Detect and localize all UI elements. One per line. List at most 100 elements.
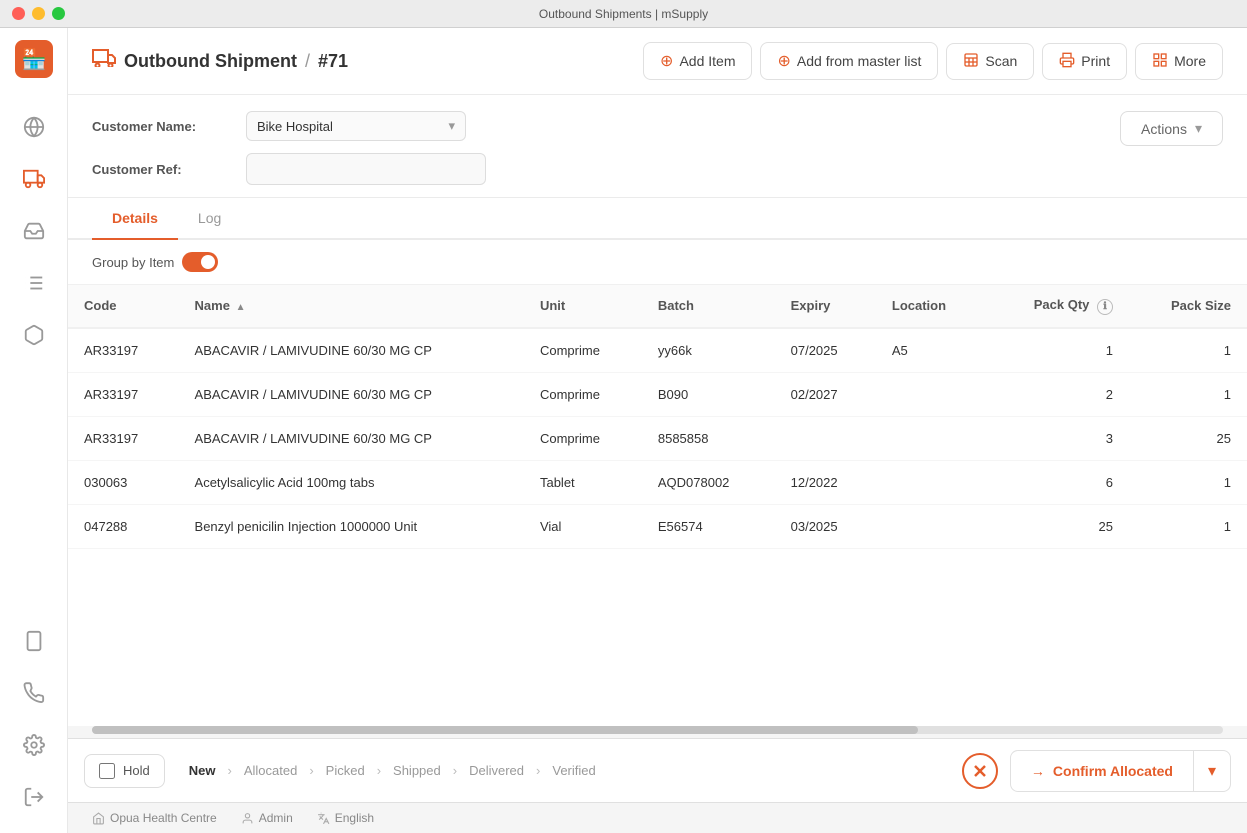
cell-code: AR33197	[68, 372, 179, 416]
actions-button[interactable]: Actions ▾	[1120, 111, 1223, 146]
cell-expiry	[775, 416, 876, 460]
sidebar-item-items[interactable]	[10, 311, 58, 359]
footer-language-text: English	[335, 811, 374, 825]
cell-name: Acetylsalicylic Acid 100mg tabs	[179, 460, 524, 504]
status-flow: New › Allocated › Picked › Shipped › Del…	[181, 759, 962, 782]
tab-log[interactable]: Log	[178, 198, 241, 240]
chevron-down-icon: ▾	[1195, 120, 1202, 137]
print-icon	[1059, 52, 1075, 71]
status-picked: Picked	[318, 759, 373, 782]
table-row[interactable]: 047288 Benzyl penicilin Injection 100000…	[68, 504, 1247, 548]
cell-pack-qty: 25	[986, 504, 1129, 548]
cell-pack-qty: 3	[986, 416, 1129, 460]
arrow-2: ›	[309, 763, 313, 778]
group-by-toggle[interactable]	[182, 252, 218, 272]
arrow-3: ›	[377, 763, 381, 778]
cell-unit: Vial	[524, 504, 642, 548]
close-button[interactable]	[12, 7, 25, 20]
hold-label: Hold	[123, 763, 150, 778]
cell-batch: E56574	[642, 504, 775, 548]
col-unit: Unit	[524, 285, 642, 328]
table-row[interactable]: 030063 Acetylsalicylic Acid 100mg tabs T…	[68, 460, 1247, 504]
cell-pack-size: 1	[1129, 372, 1247, 416]
sidebar-item-notifications[interactable]	[10, 669, 58, 717]
cell-location: A5	[876, 328, 986, 373]
scan-label: Scan	[985, 53, 1017, 69]
col-name[interactable]: Name ▲	[179, 285, 524, 328]
cell-pack-qty: 2	[986, 372, 1129, 416]
confirm-btn-main[interactable]: → Confirm Allocated	[1011, 753, 1193, 789]
more-icon	[1152, 52, 1168, 71]
add-item-button[interactable]: ⊕ Add Item	[643, 42, 752, 80]
cell-location	[876, 372, 986, 416]
actions-label: Actions	[1141, 121, 1187, 137]
sidebar-item-settings[interactable]	[10, 721, 58, 769]
hold-button[interactable]: Hold	[84, 754, 165, 788]
cell-pack-qty: 6	[986, 460, 1129, 504]
cancel-button[interactable]	[962, 753, 998, 789]
footer-location-text: Opua Health Centre	[110, 811, 217, 825]
items-table: Code Name ▲ Unit Batch Exp	[68, 285, 1247, 549]
col-expiry: Expiry	[775, 285, 876, 328]
cell-name: ABACAVIR / LAMIVUDINE 60/30 MG CP	[179, 372, 524, 416]
cell-code: 047288	[68, 504, 179, 548]
title-bar: Outbound Shipments | mSupply	[0, 0, 1247, 28]
footer-user-text: Admin	[259, 811, 293, 825]
cell-batch: 8585858	[642, 416, 775, 460]
print-label: Print	[1081, 53, 1110, 69]
cell-location	[876, 504, 986, 548]
truck-icon	[92, 49, 116, 73]
cell-pack-qty: 1	[986, 328, 1129, 373]
sidebar-item-inventory[interactable]	[10, 259, 58, 307]
page-separator: /	[305, 51, 310, 72]
sidebar-item-dashboard[interactable]	[10, 103, 58, 151]
status-new: New	[181, 759, 224, 782]
customer-ref-input[interactable]	[246, 153, 486, 185]
sidebar-item-inbound[interactable]	[10, 207, 58, 255]
scan-icon	[963, 52, 979, 71]
cell-unit: Comprime	[524, 328, 642, 373]
status-allocated: Allocated	[236, 759, 305, 782]
minimize-button[interactable]	[32, 7, 45, 20]
table-area: Group by Item Code Name ▲	[68, 240, 1247, 726]
confirm-dropdown-icon[interactable]: ▾	[1193, 751, 1230, 791]
svg-text:🏪: 🏪	[21, 47, 46, 71]
cell-pack-size: 25	[1129, 416, 1247, 460]
col-location: Location	[876, 285, 986, 328]
form-area: Customer Name: Bike Hospital ▾ Customer …	[68, 95, 1247, 198]
scan-button[interactable]: Scan	[946, 43, 1034, 80]
page-title: Outbound Shipment	[124, 51, 297, 72]
cell-location	[876, 460, 986, 504]
customer-name-row: Customer Name: Bike Hospital ▾	[92, 111, 486, 141]
cell-batch: AQD078002	[642, 460, 775, 504]
table-header-row: Code Name ▲ Unit Batch Exp	[68, 285, 1247, 328]
cell-pack-size: 1	[1129, 504, 1247, 548]
customer-ref-label: Customer Ref:	[92, 162, 222, 177]
col-pack-qty: Pack Qty ℹ	[986, 285, 1129, 328]
more-label: More	[1174, 53, 1206, 69]
more-button[interactable]: More	[1135, 43, 1223, 80]
maximize-button[interactable]	[52, 7, 65, 20]
arrow-1: ›	[227, 763, 231, 778]
footer-user: Admin	[241, 811, 293, 825]
tab-details[interactable]: Details	[92, 198, 178, 240]
customer-name-input[interactable]: Bike Hospital ▾	[246, 111, 466, 141]
cell-batch: yy66k	[642, 328, 775, 373]
print-button[interactable]: Print	[1042, 43, 1127, 80]
confirm-allocated-button[interactable]: → Confirm Allocated ▾	[1010, 750, 1231, 792]
page-header: Outbound Shipment / #71 ⊕ Add Item ⊕ Add…	[68, 28, 1247, 95]
cell-expiry: 12/2022	[775, 460, 876, 504]
window-controls[interactable]	[12, 7, 65, 20]
col-pack-size: Pack Size	[1129, 285, 1247, 328]
table-row[interactable]: AR33197 ABACAVIR / LAMIVUDINE 60/30 MG C…	[68, 328, 1247, 373]
sidebar-item-logout[interactable]	[10, 773, 58, 821]
add-master-icon: ⊕	[777, 51, 790, 71]
table-row[interactable]: AR33197 ABACAVIR / LAMIVUDINE 60/30 MG C…	[68, 372, 1247, 416]
add-master-label: Add from master list	[797, 53, 921, 69]
table-row[interactable]: AR33197 ABACAVIR / LAMIVUDINE 60/30 MG C…	[68, 416, 1247, 460]
scroll-indicator[interactable]	[92, 726, 1223, 734]
sidebar-item-device[interactable]	[10, 617, 58, 665]
hold-checkbox[interactable]	[99, 763, 115, 779]
add-from-master-button[interactable]: ⊕ Add from master list	[760, 42, 938, 80]
sidebar-item-outbound[interactable]	[10, 155, 58, 203]
